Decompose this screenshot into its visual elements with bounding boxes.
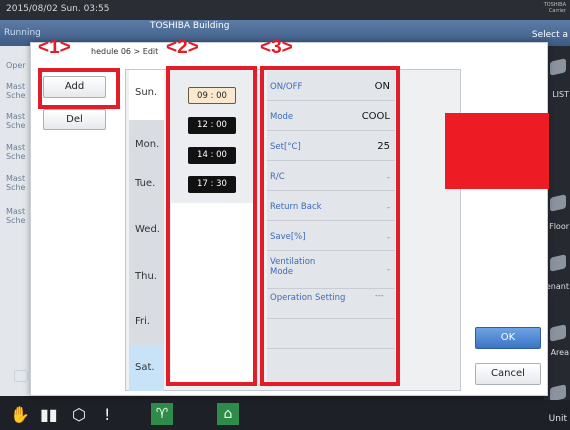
day-tab-tue[interactable]: Tue. xyxy=(129,161,164,206)
menu-item[interactable]: Sche xyxy=(6,121,25,130)
setting-row-onoff[interactable]: ON/OFF ON xyxy=(267,71,395,101)
status-bar: 2015/08/02 Sun. 03:55 TOSHIBA Carrier xyxy=(0,0,570,20)
nav-area[interactable]: Area xyxy=(551,348,569,357)
ok-button[interactable]: OK xyxy=(475,327,541,349)
menu-item[interactable]: Sche xyxy=(6,183,25,192)
day-tab-fri[interactable]: Fri. xyxy=(129,299,164,345)
setting-label: Operation Setting xyxy=(270,293,346,303)
select-all-button[interactable]: Select a xyxy=(532,30,568,40)
setting-row-empty xyxy=(267,349,395,387)
tenant-icon[interactable] xyxy=(550,254,566,272)
schedule-icon[interactable]: ♈ xyxy=(151,403,173,425)
day-tab-sun[interactable]: Sun. xyxy=(129,70,164,120)
setting-value: - xyxy=(387,203,390,212)
setting-row-mode[interactable]: Mode COOL xyxy=(267,101,395,131)
setting-label: Return Back xyxy=(270,202,322,212)
schedule-edit-dialog: hedule 06 > Edit Add Del Sun. Mon. Tue. … xyxy=(30,42,549,396)
alert-icon[interactable]: ! xyxy=(104,405,110,424)
setting-value: - xyxy=(387,173,390,182)
list-icon[interactable] xyxy=(550,58,566,76)
callout-label-1: <1> xyxy=(38,37,71,58)
menu-item[interactable]: Mast xyxy=(6,143,25,152)
area-icon[interactable] xyxy=(550,324,566,342)
setting-label: R/C xyxy=(270,172,285,182)
setting-row-set-temp[interactable]: Set[°C] 25 xyxy=(267,131,395,161)
callout-label-3: <3> xyxy=(260,37,293,58)
time-slot-1730[interactable]: 17 : 30 xyxy=(188,176,236,193)
setting-row-ventilation[interactable]: Ventilation Mode - xyxy=(267,251,395,289)
setting-value: COOL xyxy=(361,111,390,122)
menu-item[interactable]: Sche xyxy=(6,152,25,161)
hand-icon[interactable]: ✋ xyxy=(10,405,30,424)
settings-list: ON/OFF ON Mode COOL Set[°C] 25 R/C - Ret… xyxy=(267,71,395,387)
ghost-icon xyxy=(14,370,28,382)
bottom-toolbar: ✋ ▮▮ ⬡ ! ♈ ⌂ Unit xyxy=(0,400,570,430)
nav-floor[interactable]: Floor xyxy=(549,222,569,231)
add-button[interactable]: Add xyxy=(43,76,106,98)
menu-item[interactable]: Sche xyxy=(6,216,25,225)
setting-value: --- xyxy=(375,291,384,300)
cancel-button[interactable]: Cancel xyxy=(475,363,541,385)
day-tab-sat[interactable]: Sat. xyxy=(129,345,164,391)
setting-value: ON xyxy=(374,81,390,92)
book-icon[interactable]: ▮▮ xyxy=(40,405,58,424)
setting-label: Ventilation Mode xyxy=(270,257,316,277)
time-slot-1400[interactable]: 14 : 00 xyxy=(188,147,236,164)
setting-row-return-back[interactable]: Return Back - xyxy=(267,191,395,221)
redaction-block xyxy=(445,113,549,189)
running-label: Running xyxy=(4,28,41,38)
setting-row-save[interactable]: Save[%] - xyxy=(267,221,395,251)
setting-row-operation[interactable]: Operation Setting --- xyxy=(267,289,395,319)
menu-item[interactable]: Mast xyxy=(6,174,25,183)
time-slot-0900[interactable]: 09 : 00 xyxy=(188,87,236,104)
clock-readout: 2015/08/02 Sun. 03:55 xyxy=(6,4,110,14)
menu-item[interactable]: Mast xyxy=(6,207,25,216)
dialog-breadcrumb: hedule 06 > Edit xyxy=(91,47,159,56)
hexagon-icon[interactable]: ⬡ xyxy=(72,405,86,424)
setting-label: Mode xyxy=(270,112,294,122)
setting-value: - xyxy=(387,233,390,242)
setting-label: ON/OFF xyxy=(270,82,303,92)
nav-list[interactable]: LIST xyxy=(552,90,569,99)
setting-row-empty xyxy=(267,319,395,349)
menu-item[interactable]: Sche xyxy=(6,91,25,100)
delete-button[interactable]: Del xyxy=(43,109,106,130)
day-tab-thu[interactable]: Thu. xyxy=(129,254,164,299)
time-list: 09 : 00 12 : 00 14 : 00 17 : 30 xyxy=(171,71,254,387)
setting-label: Set[°C] xyxy=(270,142,301,152)
time-slot-1200[interactable]: 12 : 00 xyxy=(188,117,236,134)
callout-label-2: <2> xyxy=(166,37,199,58)
building-icon[interactable]: ⌂ xyxy=(217,403,239,425)
floor-icon[interactable] xyxy=(550,194,566,212)
brand-logo: TOSHIBA Carrier xyxy=(543,2,566,14)
day-tab-wed[interactable]: Wed. xyxy=(129,206,164,254)
setting-value: 25 xyxy=(377,141,390,152)
setting-label: Save[%] xyxy=(270,232,306,242)
menu-item[interactable]: Mast xyxy=(6,112,25,121)
menu-item[interactable]: Mast xyxy=(6,82,25,91)
day-tab-mon[interactable]: Mon. xyxy=(129,120,164,161)
setting-value: - xyxy=(387,265,390,274)
building-name: TOSHIBA Building xyxy=(150,21,230,31)
menu-item-operation[interactable]: Oper xyxy=(6,61,26,70)
nav-unit[interactable]: Unit xyxy=(549,414,567,424)
setting-row-rc[interactable]: R/C - xyxy=(267,161,395,191)
